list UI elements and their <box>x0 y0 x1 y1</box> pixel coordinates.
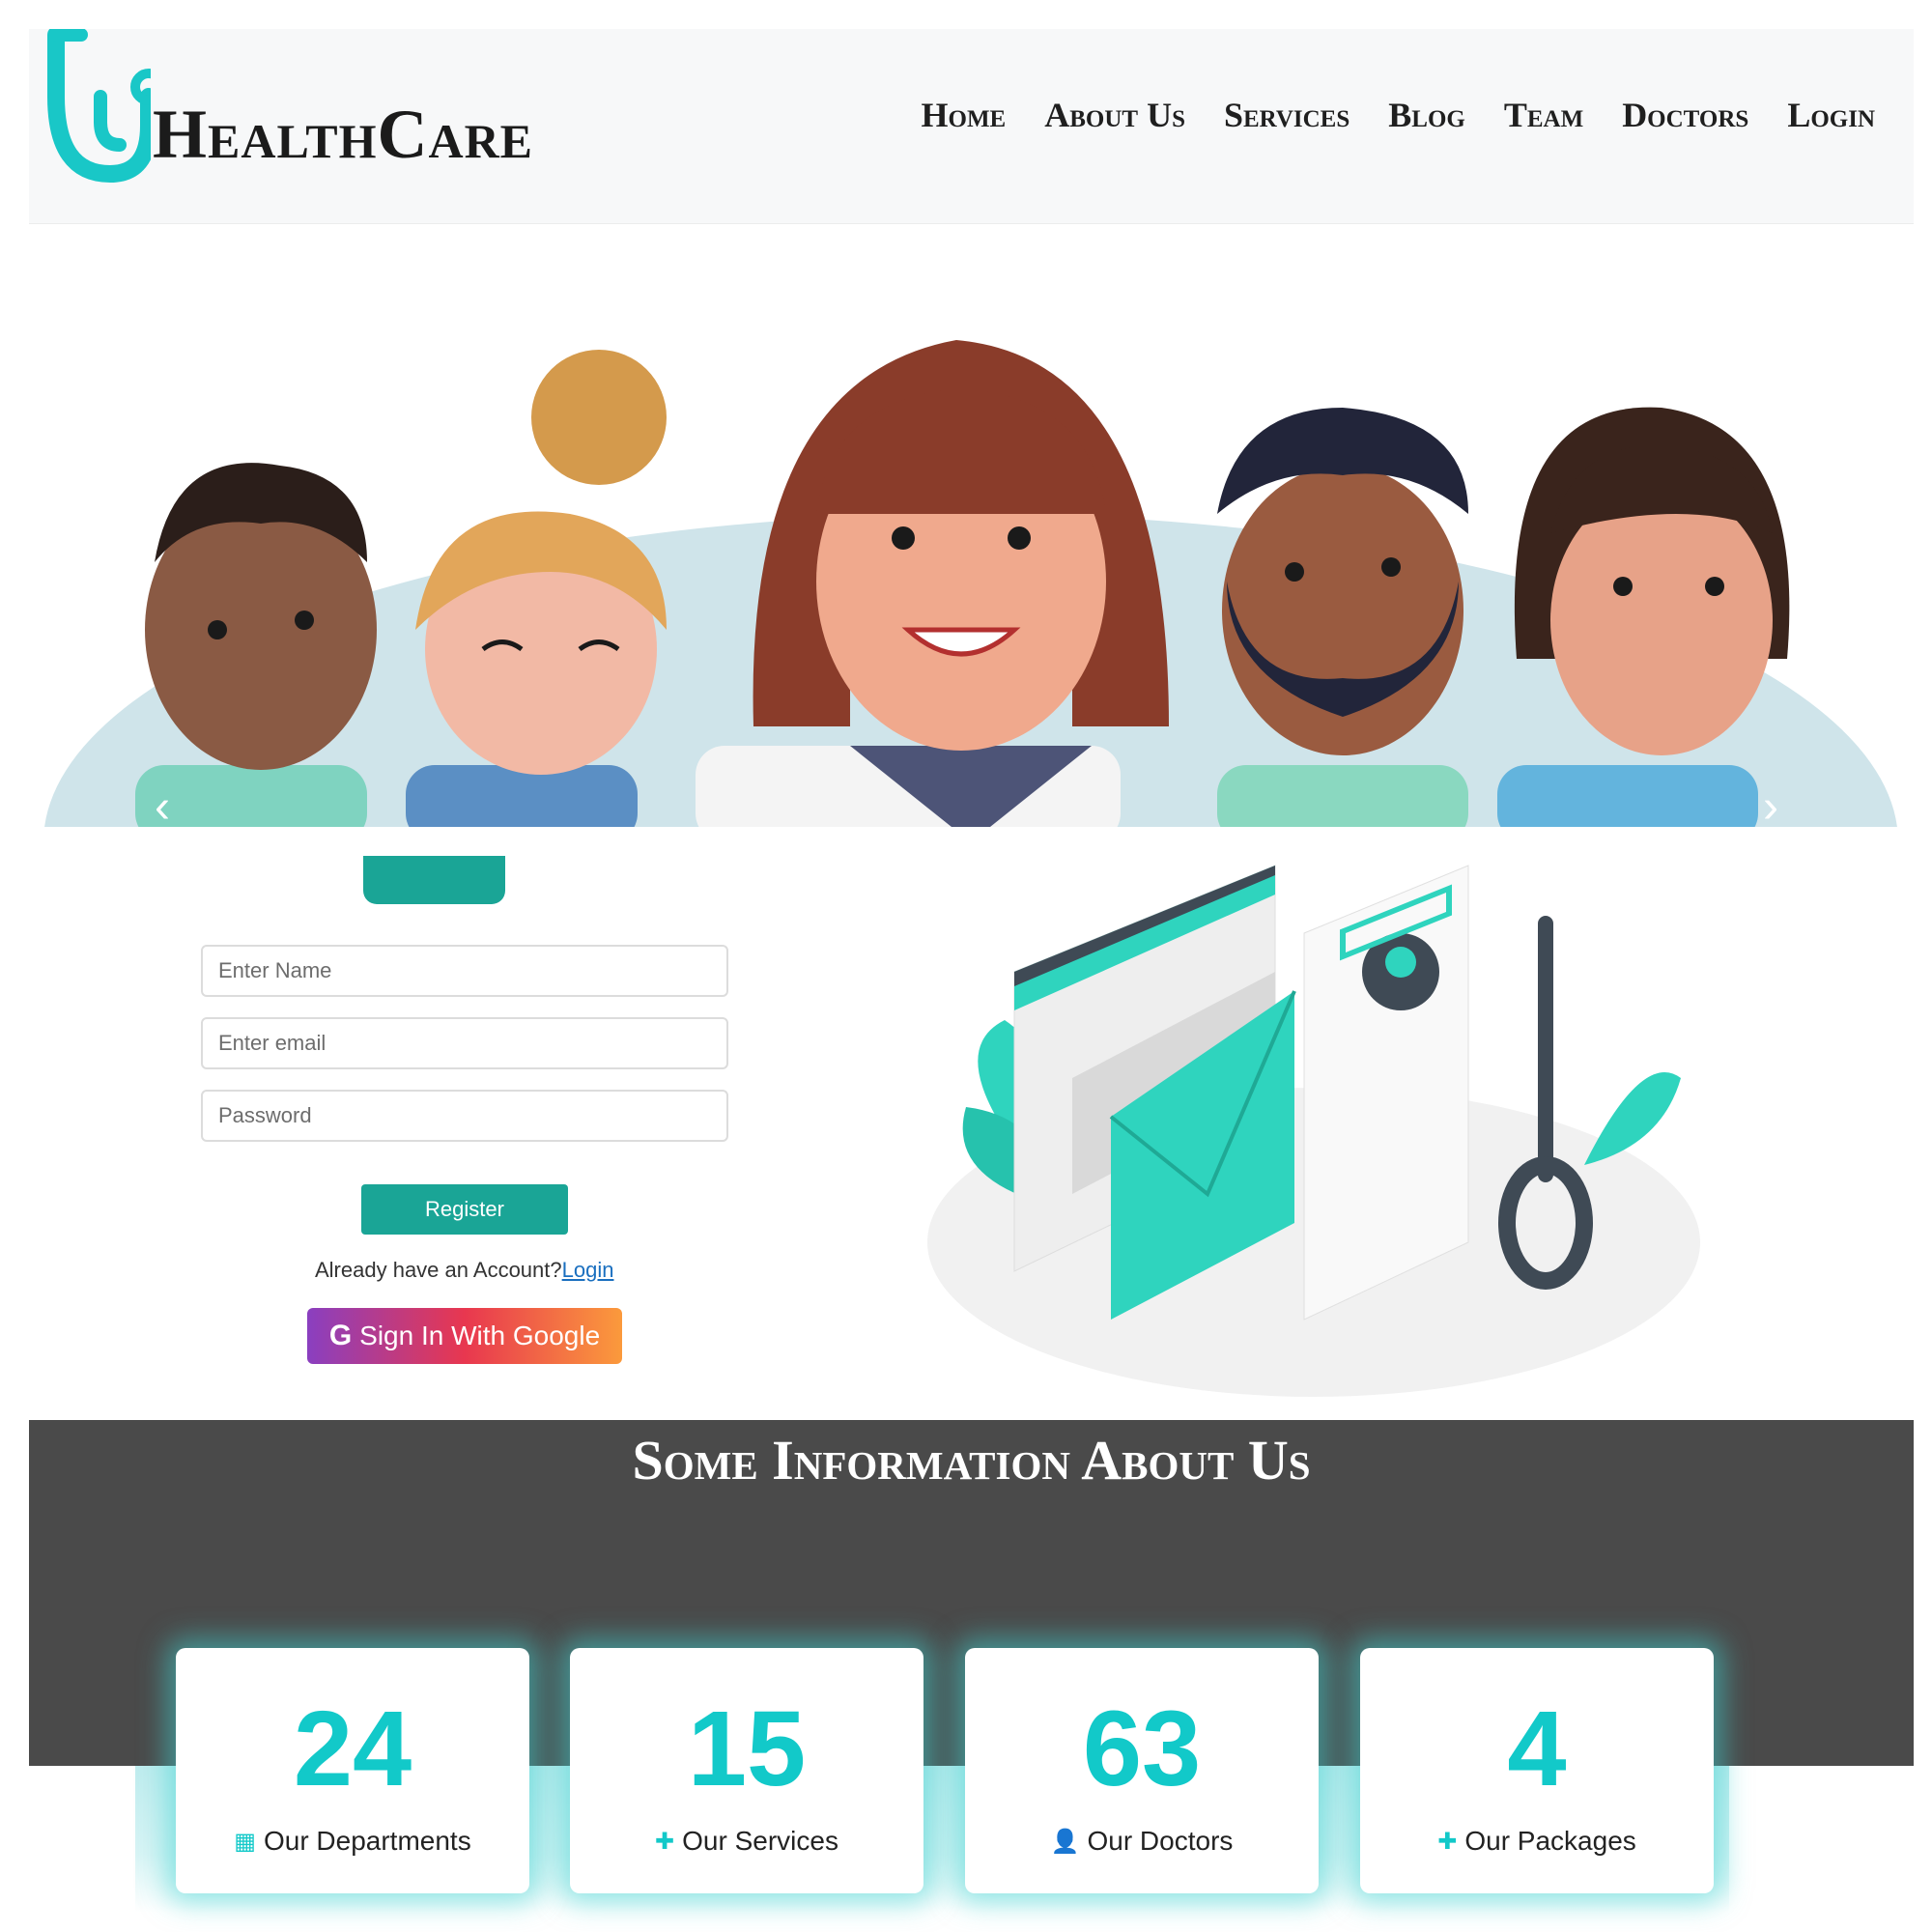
doctors-illustration <box>44 340 1897 827</box>
hero-carousel: ‹ › <box>29 224 1914 827</box>
doctor-icon: 👤 <box>1050 1828 1080 1855</box>
briefcase-medical-icon: ✚ <box>1437 1828 1458 1855</box>
brand-name[interactable]: HealthCare <box>153 95 533 175</box>
nav-team[interactable]: Team <box>1504 95 1583 135</box>
hand-medical-icon: ✚ <box>655 1828 675 1855</box>
doctor-figure <box>696 340 1169 827</box>
stat-label: Our Doctors <box>1087 1826 1234 1856</box>
stat-label-row: 👤 Our Doctors <box>965 1826 1319 1857</box>
login-prompt-text: Already have an Account? <box>315 1258 562 1282</box>
email-input[interactable] <box>201 1017 728 1069</box>
nav-home[interactable]: Home <box>922 95 1007 135</box>
google-signin-label: Sign In With Google <box>359 1321 601 1350</box>
doctor-figure <box>135 463 377 827</box>
login-illustration <box>927 865 1700 1397</box>
password-input[interactable] <box>201 1090 728 1142</box>
stat-label-row: ▦ Our Departments <box>176 1826 529 1857</box>
stat-label: Our Packages <box>1464 1826 1636 1856</box>
stat-number: 63 <box>1082 1690 1202 1808</box>
chevron-left-icon[interactable]: ‹ <box>155 784 170 828</box>
stethoscope-logo-icon[interactable] <box>43 29 151 184</box>
nav-about-us[interactable]: About Us <box>1044 95 1185 135</box>
stat-number: 24 <box>293 1690 412 1808</box>
hospital-icon: ▦ <box>234 1828 256 1855</box>
stat-label-row: ✚ Our Packages <box>1360 1826 1714 1857</box>
stat-card-doctors: 63 👤 Our Doctors <box>965 1648 1319 1893</box>
stat-card-services: 15 ✚ Our Services <box>570 1648 923 1893</box>
chevron-right-icon[interactable]: › <box>1763 784 1778 828</box>
stat-card-departments: 24 ▦ Our Departments <box>176 1648 529 1893</box>
stat-number: 4 <box>1507 1690 1567 1808</box>
nav-blog[interactable]: Blog <box>1388 95 1465 135</box>
form-header-tab[interactable] <box>363 856 505 904</box>
login-prompt: Already have an Account?Login <box>315 1258 613 1283</box>
stat-card-packages: 4 ✚ Our Packages <box>1360 1648 1714 1893</box>
login-link[interactable]: Login <box>562 1258 614 1282</box>
info-section-title: Some Information About Us <box>632 1429 1311 1492</box>
register-button[interactable]: Register <box>361 1184 568 1235</box>
nav-services[interactable]: Services <box>1224 95 1350 135</box>
google-icon: G <box>328 1320 353 1351</box>
nav-login[interactable]: Login <box>1787 95 1875 135</box>
stat-number: 15 <box>687 1690 807 1808</box>
stat-label-row: ✚ Our Services <box>570 1826 923 1857</box>
site-header: HealthCare Home About Us Services Blog T… <box>29 29 1914 224</box>
main-nav: Home About Us Services Blog Team Doctors… <box>922 95 1876 135</box>
nav-doctors[interactable]: Doctors <box>1622 95 1748 135</box>
google-signin-button[interactable]: G Sign In With Google <box>307 1308 622 1364</box>
name-input[interactable] <box>201 945 728 997</box>
stat-label: Our Services <box>682 1826 838 1856</box>
stat-label: Our Departments <box>263 1826 471 1856</box>
